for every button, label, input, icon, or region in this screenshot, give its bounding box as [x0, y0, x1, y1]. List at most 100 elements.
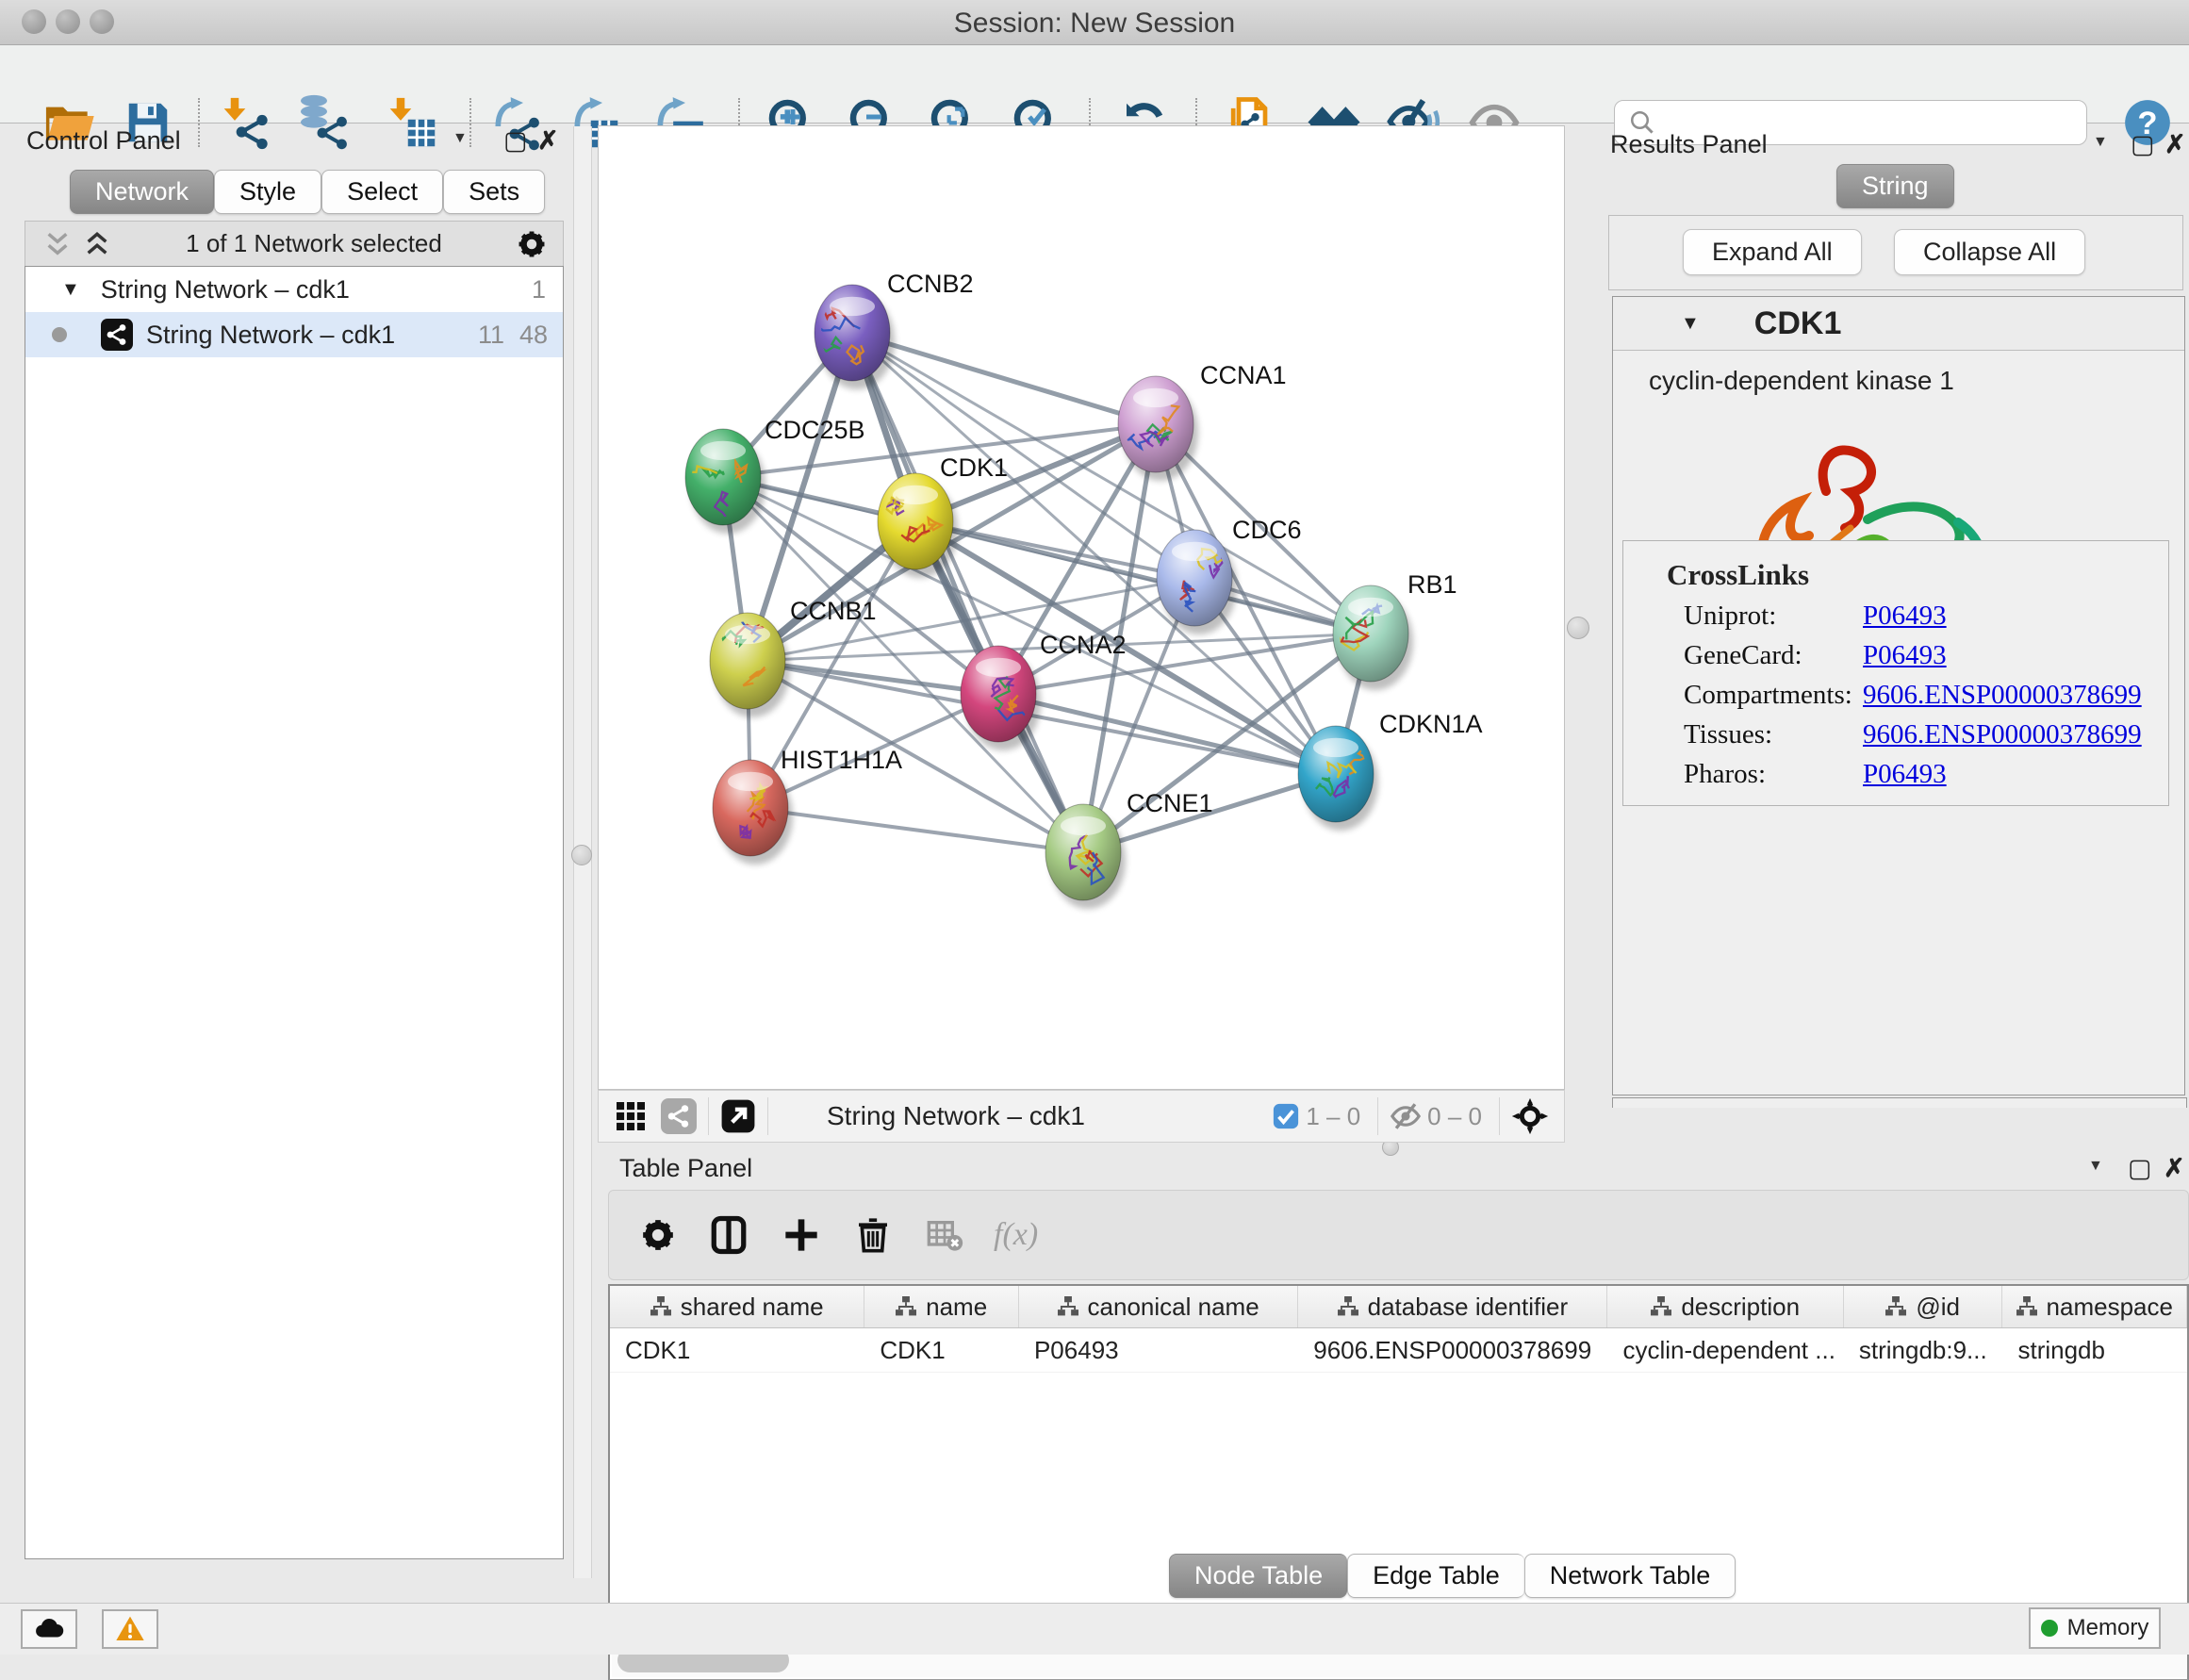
status-bar: Memory	[0, 1603, 2189, 1655]
graph-node-CDKN1A[interactable]	[1298, 726, 1378, 831]
control-panel-maximize-button[interactable]: ▢	[503, 126, 528, 156]
crosslink-label: GeneCard:	[1684, 640, 1863, 671]
column-header-description[interactable]: description	[1607, 1286, 1843, 1327]
network-label: String Network – cdk1	[146, 321, 395, 350]
table-panel-float-button[interactable]: ▼	[2088, 1158, 2103, 1175]
tab-network-table[interactable]: Network Table	[1524, 1554, 1736, 1598]
table-tabs: Node Table Edge Table Network Table	[1169, 1554, 1736, 1598]
network-canvas[interactable]: CCNB2CCNA1CDC25BCDK1CDC6RB1CCNB1CCNA2CDK…	[598, 125, 1565, 1090]
collection-expander-icon[interactable]: ▼	[61, 279, 80, 301]
crosslinks-heading: CrossLinks	[1667, 558, 2168, 592]
add-column-icon[interactable]	[782, 1216, 820, 1254]
network-type-share-icon[interactable]	[661, 1098, 697, 1134]
crosslink-value-link[interactable]: 9606.ENSP00000378699	[1863, 680, 2142, 711]
graph-node-CCNB1[interactable]	[710, 599, 790, 717]
network-collection-row[interactable]: ▼ String Network – cdk1 1	[25, 267, 563, 312]
warnings-button[interactable]	[102, 1609, 158, 1649]
table-cell[interactable]: CDK1	[864, 1328, 1019, 1372]
cloud-icon	[33, 1613, 65, 1645]
delete-column-icon[interactable]	[854, 1215, 892, 1255]
network-options-gear-icon[interactable]	[516, 228, 548, 260]
selected-checkbox-icon[interactable]	[1272, 1102, 1300, 1130]
column-tree-icon	[1058, 1296, 1078, 1317]
crosslink-label: Pharos:	[1684, 759, 1863, 790]
birds-eye-grid-icon[interactable]	[614, 1099, 648, 1133]
table-options-gear-icon[interactable]	[639, 1216, 677, 1254]
table-cell[interactable]: 9606.ENSP00000378699	[1298, 1328, 1607, 1372]
left-splitter-handle[interactable]	[571, 845, 592, 865]
crosslink-row: Uniprot:P06493	[1684, 601, 2168, 632]
graph-node-CCNB2[interactable]	[809, 285, 895, 389]
control-panel-close-button[interactable]: ✗	[537, 126, 559, 156]
column-tree-icon	[650, 1296, 671, 1317]
collection-count: 1	[532, 275, 546, 305]
column-header-id[interactable]: @id	[1844, 1286, 2003, 1327]
expand-all-button[interactable]: Expand All	[1683, 229, 1862, 275]
tab-string[interactable]: String	[1836, 164, 1954, 208]
graph-node-CDC6[interactable]	[1157, 530, 1237, 634]
tab-edge-table[interactable]: Edge Table	[1347, 1554, 1524, 1598]
hidden-counter: 0 – 0	[1427, 1102, 1482, 1131]
table-cell[interactable]: stringdb	[2002, 1328, 2187, 1372]
network-row[interactable]: String Network – cdk1 11 48	[25, 312, 563, 357]
control-panel-title: Control Panel	[26, 126, 181, 156]
table-row[interactable]: CDK1CDK1P064939606.ENSP00000378699cyclin…	[610, 1328, 2187, 1373]
column-header-namespace[interactable]: namespace	[2002, 1286, 2187, 1327]
column-header-name[interactable]: name	[864, 1286, 1019, 1327]
tab-node-table[interactable]: Node Table	[1169, 1554, 1347, 1598]
crosslinks-rows: Uniprot:P06493GeneCard:P06493Compartment…	[1623, 601, 2168, 790]
control-panel-float-button[interactable]: ▼	[453, 130, 468, 147]
column-header-databaseidentifier[interactable]: database identifier	[1298, 1286, 1607, 1327]
gene-header[interactable]: ▼ CDK1	[1613, 297, 2184, 351]
crosslink-row: GeneCard:P06493	[1684, 640, 2168, 671]
crosslink-value-link[interactable]: P06493	[1863, 640, 1947, 671]
window-title: Session: New Session	[0, 8, 2189, 40]
right-splitter[interactable]	[1565, 126, 1603, 1146]
left-splitter[interactable]	[573, 126, 592, 1578]
crosslink-value-link[interactable]: 9606.ENSP00000378699	[1863, 719, 2142, 750]
table-panel-close-button[interactable]: ✗	[2164, 1154, 2185, 1183]
network-edge-count: 48	[519, 321, 548, 350]
right-splitter-handle[interactable]	[1567, 617, 1589, 639]
tab-style[interactable]: Style	[214, 170, 321, 214]
table-panel: Table Panel ▼ ▢ ✗ f(x) shared namenameca…	[608, 1152, 2189, 1601]
next-section-edge	[1612, 1097, 2187, 1108]
table-toolbar: f(x)	[608, 1190, 2189, 1280]
results-panel-float-button[interactable]: ▼	[2093, 134, 2108, 151]
detach-view-icon[interactable]	[720, 1098, 756, 1134]
tab-select[interactable]: Select	[321, 170, 443, 214]
expand-all-networks-icon[interactable]	[82, 229, 112, 259]
column-tree-icon	[1651, 1296, 1671, 1317]
crosslink-value-link[interactable]: P06493	[1863, 601, 1947, 632]
collapse-all-networks-icon[interactable]	[42, 229, 73, 259]
tab-network[interactable]: Network	[70, 170, 214, 214]
show-columns-icon[interactable]	[709, 1215, 749, 1255]
table-cell[interactable]: cyclin-dependent ...	[1607, 1328, 1843, 1372]
collapse-all-button[interactable]: Collapse All	[1894, 229, 2085, 275]
column-header-sharedname[interactable]: shared name	[610, 1286, 864, 1327]
memory-button[interactable]: Memory	[2029, 1607, 2161, 1649]
crosslink-label: Compartments:	[1684, 680, 1863, 711]
crosslink-value-link[interactable]: P06493	[1863, 759, 1947, 790]
network-view-toolbar: String Network – cdk1 1 – 0 0 – 0	[598, 1090, 1565, 1143]
graph-node-HIST1H1A[interactable]	[713, 760, 793, 865]
fit-content-crosshair-icon[interactable]	[1511, 1097, 1549, 1135]
tab-sets[interactable]: Sets	[443, 170, 545, 214]
column-header-canonicalname[interactable]: canonical name	[1019, 1286, 1298, 1327]
results-panel-maximize-button[interactable]: ▢	[2131, 130, 2155, 159]
network-current-dot-icon	[52, 327, 67, 342]
network-selection-status: 1 of 1 Network selected	[112, 229, 516, 258]
network-list: ▼ String Network – cdk1 1 String Network…	[25, 266, 564, 1559]
netbar-separator	[1377, 1097, 1378, 1135]
table-panel-maximize-button[interactable]: ▢	[2128, 1154, 2152, 1183]
table-cell[interactable]: P06493	[1019, 1328, 1298, 1372]
results-panel-close-button[interactable]: ✗	[2164, 130, 2186, 159]
control-panel: Control Panel ▼ ▢ ✗ Network Style Select…	[9, 126, 564, 1578]
column-tree-icon	[2016, 1296, 2037, 1317]
cloud-status-button[interactable]	[21, 1609, 77, 1649]
table-cell[interactable]: stringdb:9...	[1844, 1328, 2003, 1372]
gene-expander-icon[interactable]: ▼	[1681, 313, 1700, 335]
graph-node-CCNE1[interactable]	[1045, 804, 1126, 909]
netbar-separator	[1499, 1097, 1500, 1135]
table-cell[interactable]: CDK1	[610, 1328, 864, 1372]
